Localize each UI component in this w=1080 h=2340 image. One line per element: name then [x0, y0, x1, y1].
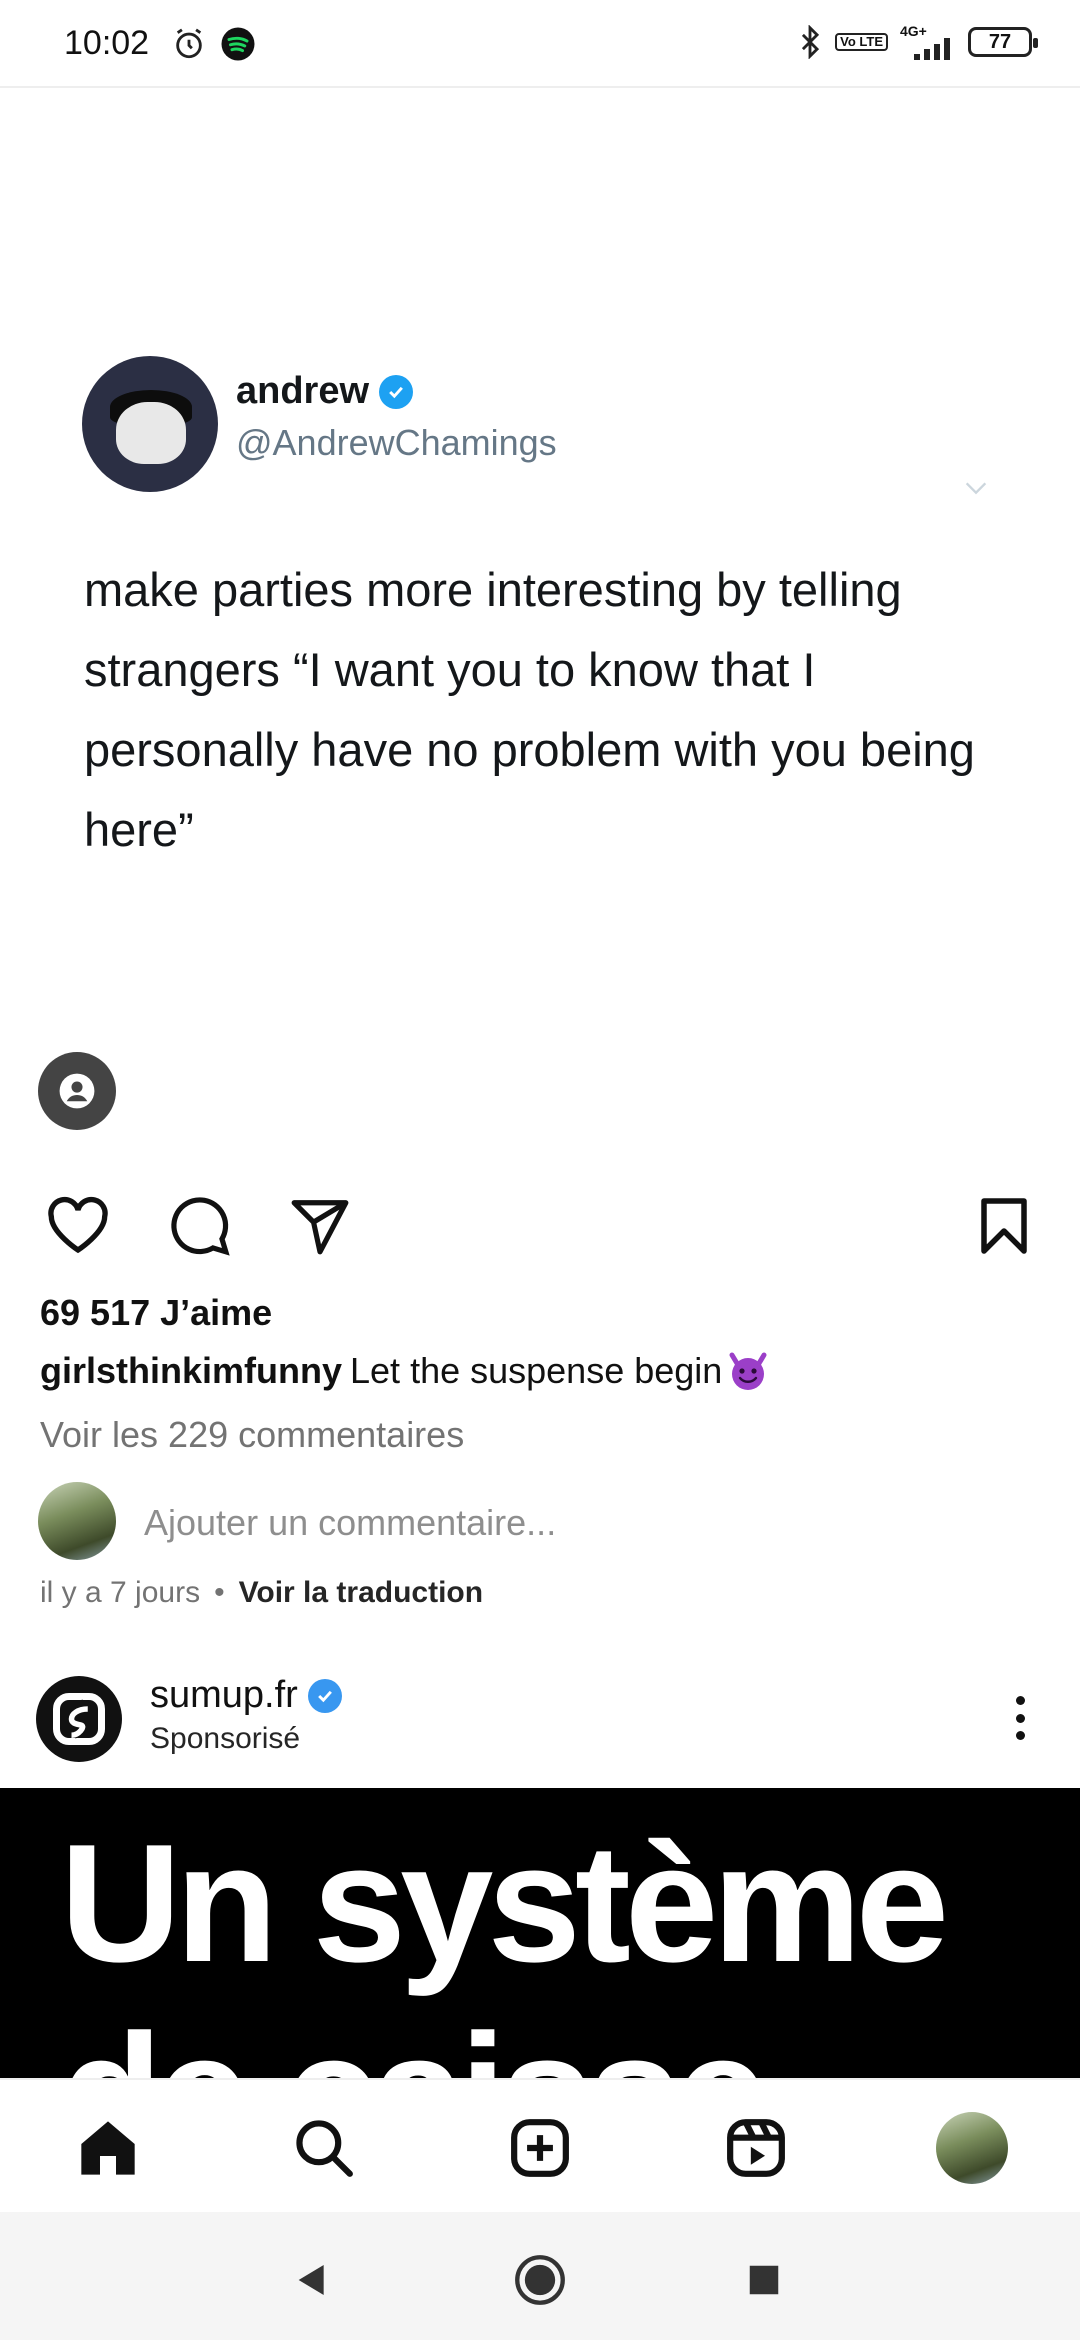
post-caption: girlsthinkimfunny Let the suspense begin — [40, 1350, 770, 1392]
nav-search[interactable] — [282, 2106, 366, 2190]
comment-icon — [171, 1197, 230, 1256]
translate-link[interactable]: Voir la traduction — [239, 1576, 483, 1610]
more-dot — [1015, 1713, 1025, 1723]
tweet-name-text: andrew — [236, 370, 370, 412]
home-circle-icon — [515, 2255, 565, 2305]
ad-image[interactable]: Un système de caisse — [0, 1788, 1080, 2078]
status-left-icons — [172, 26, 256, 62]
tweet-handle: @AndrewChamings — [236, 422, 557, 463]
more-dot — [1015, 1731, 1025, 1740]
status-time: 10:02 — [64, 24, 150, 62]
tweet-text: make parties more interesting by telling… — [84, 563, 975, 856]
battery-level: 77 — [988, 30, 1012, 53]
send-icon — [291, 1200, 349, 1255]
save-button[interactable] — [968, 1190, 1040, 1262]
tweet-avatar — [82, 356, 218, 492]
view-comments-link[interactable]: Voir les 229 commentaires — [40, 1414, 464, 1456]
sumup-logo[interactable] — [36, 1676, 122, 1762]
search-icon — [296, 2120, 353, 2177]
smiling-devil-emoji-icon — [729, 1352, 767, 1390]
status-bar: 10:02 Vo LTE 4G+ 77 — [0, 0, 1080, 88]
recents-button[interactable] — [736, 2252, 792, 2308]
recents-icon — [749, 2265, 779, 2295]
nav-reels[interactable] — [714, 2106, 798, 2190]
network-type: 4G+ — [900, 24, 956, 60]
avatar — [38, 1482, 116, 1560]
meta-separator: • — [214, 1576, 225, 1609]
sponsored-label: Sponsorisé — [150, 1722, 301, 1755]
system-navigation-bar — [0, 2212, 1080, 2340]
user-icon — [59, 1073, 95, 1109]
like-count[interactable]: 69 517 J’aime — [40, 1292, 272, 1334]
ad-headline: Un système de caisse — [60, 1808, 949, 2078]
more-dot — [1015, 1696, 1025, 1705]
tagged-users-button[interactable] — [38, 1052, 116, 1130]
nav-profile[interactable] — [930, 2106, 1014, 2190]
battery-icon: 77 — [968, 27, 1038, 57]
volte-badge: Vo LTE — [835, 33, 888, 51]
home-button[interactable] — [512, 2252, 568, 2308]
bookmark-icon — [981, 1198, 1027, 1254]
back-icon — [298, 2265, 324, 2295]
home-icon — [81, 2121, 135, 2175]
signal-icon — [914, 38, 950, 60]
caption-username[interactable]: girlsthinkimfunny — [40, 1350, 342, 1392]
alarm-icon — [176, 28, 202, 59]
network-label: 4G+ — [900, 23, 927, 39]
post-timestamp: il y a 7 jours — [40, 1576, 201, 1609]
share-button[interactable] — [284, 1190, 356, 1262]
post-actions — [0, 1190, 1080, 1270]
reels-icon — [727, 2119, 785, 2177]
spotify-icon — [221, 27, 255, 61]
sponsor-account-name[interactable]: sumup.fr — [150, 1674, 298, 1717]
caption-text: Let the suspense begin — [350, 1350, 723, 1391]
back-button[interactable] — [284, 2252, 340, 2308]
chevron-down-icon — [965, 482, 987, 495]
add-post-icon — [511, 2119, 569, 2177]
bottom-navigation — [0, 2078, 1080, 2212]
sponsor-account[interactable]: sumup.fr — [150, 1674, 342, 1717]
verified-badge-icon — [307, 1678, 342, 1713]
ad-headline-line2: de caisse — [60, 1998, 943, 2078]
bluetooth-icon — [802, 25, 820, 59]
sumup-logo-icon — [53, 1693, 105, 1745]
heart-icon — [48, 1196, 108, 1254]
post-meta: il y a 7 jours • Voir la traduction — [40, 1576, 483, 1610]
like-button[interactable] — [42, 1190, 114, 1262]
nav-home[interactable] — [66, 2106, 150, 2190]
ad-headline-line1: Un système — [60, 1809, 949, 1997]
nav-create[interactable] — [498, 2106, 582, 2190]
verified-badge-icon — [379, 374, 414, 409]
more-options-button[interactable] — [1000, 1690, 1040, 1746]
tweet-author-name: andrew — [236, 370, 414, 413]
add-comment-input[interactable]: Ajouter un commentaire... — [144, 1502, 556, 1544]
comment-button[interactable] — [164, 1190, 236, 1262]
post-image[interactable]: andrew @AndrewChamings make parties more… — [0, 90, 1080, 1020]
avatar — [936, 2112, 1008, 2184]
status-right-icons: Vo LTE 4G+ 77 — [797, 24, 1038, 60]
